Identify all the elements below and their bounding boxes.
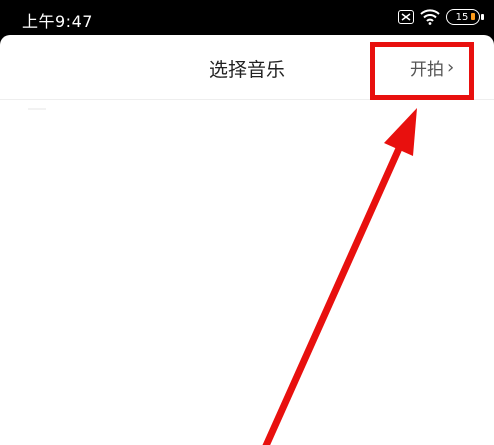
status-bar: 上午9:47 15 <box>0 0 494 36</box>
status-icons: 15 <box>398 9 484 25</box>
highlight-box <box>370 42 474 100</box>
status-time: 上午9:47 <box>22 12 93 31</box>
battery-cap <box>481 14 484 20</box>
wifi-icon <box>420 9 440 25</box>
battery-icon: 15 <box>446 9 484 25</box>
battery-fill <box>471 13 475 20</box>
back-placeholder <box>28 108 46 110</box>
no-sim-icon <box>398 10 414 24</box>
battery-level: 15 <box>455 11 469 23</box>
